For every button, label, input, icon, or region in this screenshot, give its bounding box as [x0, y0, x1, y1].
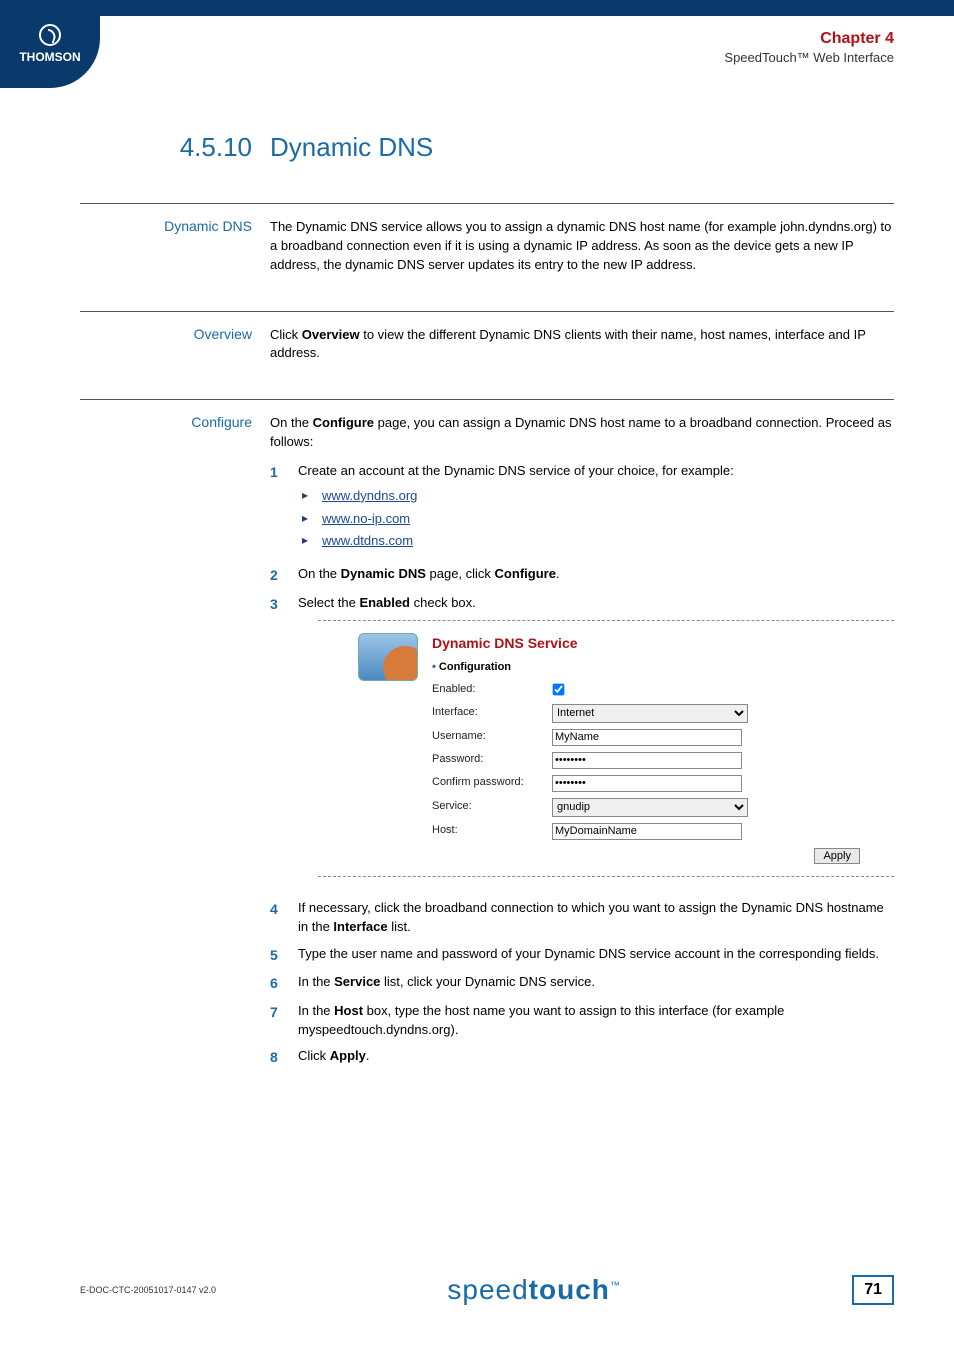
section-dynamic-dns: Dynamic DNS The Dynamic DNS service allo… — [80, 203, 894, 285]
password-input[interactable] — [552, 752, 742, 769]
page-content: 4.5.10 Dynamic DNS Dynamic DNS The Dynam… — [0, 92, 954, 1076]
step-8: 8 Click Apply. — [270, 1047, 894, 1067]
top-bar — [0, 0, 954, 16]
label-enabled: Enabled: — [432, 682, 552, 698]
step-3: 3 Select the Enabled check box. Dynamic … — [270, 594, 894, 892]
service-select[interactable]: gnudip — [552, 798, 748, 817]
label-host: Host: — [432, 823, 552, 839]
section-label: Overview — [80, 326, 270, 374]
steps-list: 1 Create an account at the Dynamic DNS s… — [270, 462, 894, 1068]
section-text: Click Overview to view the different Dyn… — [270, 326, 894, 364]
step-4: 4 If necessary, click the broadband conn… — [270, 899, 894, 937]
chapter-subtitle: SpeedTouch™ Web Interface — [724, 50, 894, 65]
links-list: www.dyndns.org www.no-ip.com www.dtdns.c… — [298, 487, 894, 552]
chapter-title: Chapter 4 — [724, 30, 894, 48]
header: THOMSON Chapter 4 SpeedTouch™ Web Interf… — [0, 16, 954, 92]
link-dyndns[interactable]: www.dyndns.org — [322, 488, 417, 503]
page-title: Dynamic DNS — [270, 132, 433, 163]
link-dtdns[interactable]: www.dtdns.com — [322, 533, 413, 548]
section-configure: Configure On the Configure page, you can… — [80, 399, 894, 1075]
section-label: Dynamic DNS — [80, 218, 270, 285]
step-6: 6 In the Service list, click your Dynami… — [270, 973, 894, 993]
section-overview: Overview Click Overview to view the diff… — [80, 311, 894, 374]
chapter-block: Chapter 4 SpeedTouch™ Web Interface — [724, 16, 894, 65]
enabled-checkbox[interactable] — [553, 684, 565, 696]
footer: E-DOC-CTC-20051017-0147 v2.0 speedtouch™… — [0, 1274, 954, 1306]
host-input[interactable] — [552, 823, 742, 840]
label-confirm: Confirm password: — [432, 775, 552, 791]
configure-intro: On the Configure page, you can assign a … — [270, 414, 894, 452]
section-label: Configure — [80, 414, 270, 1075]
section-number: 4.5.10 — [80, 132, 270, 163]
step-2: 2 On the Dynamic DNS page, click Configu… — [270, 565, 894, 585]
brand-logo: speedtouch™ — [447, 1274, 621, 1306]
apply-button[interactable]: Apply — [814, 848, 860, 864]
username-input[interactable] — [552, 729, 742, 746]
screenshot-subtitle: Configuration — [432, 660, 894, 676]
page-title-row: 4.5.10 Dynamic DNS — [80, 132, 894, 163]
globe-icon — [358, 633, 418, 681]
confirm-password-input[interactable] — [552, 775, 742, 792]
logo-icon — [39, 24, 61, 46]
step-1: 1 Create an account at the Dynamic DNS s… — [270, 462, 894, 557]
embedded-screenshot: Dynamic DNS Service Configuration Enable… — [318, 620, 894, 877]
page-number: 71 — [852, 1275, 894, 1305]
screenshot-title: Dynamic DNS Service — [432, 633, 894, 653]
label-service: Service: — [432, 799, 552, 815]
label-username: Username: — [432, 729, 552, 745]
document-id: E-DOC-CTC-20051017-0147 v2.0 — [80, 1285, 216, 1295]
link-noip[interactable]: www.no-ip.com — [322, 511, 410, 526]
thomson-logo: THOMSON — [0, 0, 100, 88]
section-text: The Dynamic DNS service allows you to as… — [270, 218, 894, 275]
step-5: 5 Type the user name and password of you… — [270, 945, 894, 965]
label-interface: Interface: — [432, 705, 552, 721]
label-password: Password: — [432, 752, 552, 768]
step-7: 7 In the Host box, type the host name yo… — [270, 1002, 894, 1040]
interface-select[interactable]: Internet — [552, 704, 748, 723]
logo-text: THOMSON — [19, 50, 80, 64]
